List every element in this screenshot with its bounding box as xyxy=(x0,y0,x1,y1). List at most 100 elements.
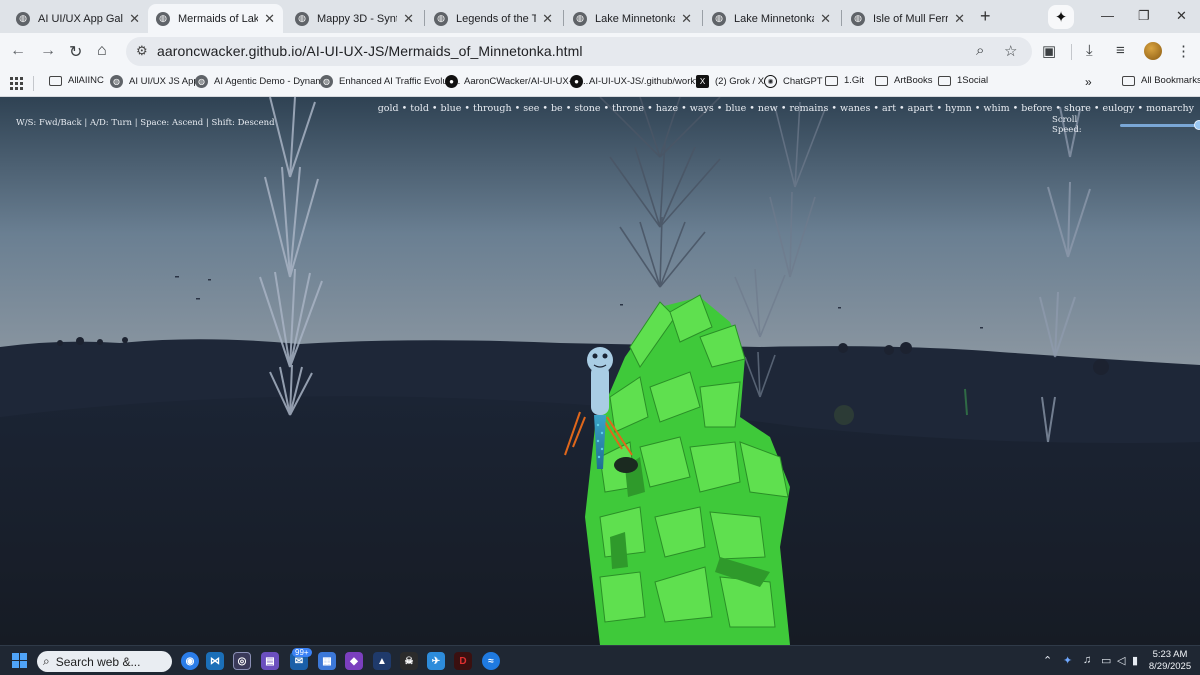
bookmark-star-icon[interactable]: ☆ xyxy=(1004,42,1017,60)
bookmark-1social[interactable]: 1Social xyxy=(938,75,988,86)
download-icon[interactable]: ⤓ xyxy=(1086,42,1093,59)
tab-sailing[interactable]: ◍ Lake Minnetonka: Sailing ✕ xyxy=(565,4,700,33)
tab-divider xyxy=(563,10,564,26)
skull-app-icon[interactable]: ☠ xyxy=(400,652,418,670)
bookmark-agentic-demo[interactable]: ◍ AI Agentic Demo - Dynami... xyxy=(195,75,333,88)
messenger-app-icon[interactable]: ≈ xyxy=(482,652,500,670)
bookmark-label: ChatGPT xyxy=(783,76,823,87)
files-app-icon[interactable]: ▤ xyxy=(261,652,279,670)
globe-icon: ◍ xyxy=(434,11,448,26)
github-icon: ● xyxy=(445,75,458,88)
system-clock[interactable]: 5:23 AM 8/29/2025 xyxy=(1144,649,1196,673)
windows-start-button[interactable] xyxy=(12,653,27,668)
close-icon[interactable]: ✕ xyxy=(954,11,965,27)
gemini-button[interactable]: ✦ xyxy=(1048,5,1074,29)
new-tab-button[interactable]: + xyxy=(980,6,991,27)
globe-icon: ◍ xyxy=(320,75,333,88)
bookmark-label: All Bookmarks xyxy=(1141,75,1200,86)
display-icon[interactable]: ▭ xyxy=(1101,654,1111,667)
tray-chevron-icon[interactable]: ⌃ xyxy=(1043,654,1052,667)
copilot-icon[interactable]: ✦ xyxy=(1063,654,1072,667)
volume-icon[interactable]: ◁ xyxy=(1117,654,1125,667)
bookmark-chatgpt[interactable]: ✺ ChatGPT xyxy=(764,75,823,88)
apps-grid-icon[interactable] xyxy=(10,77,23,90)
tab-label: Legends of the Triple Echo xyxy=(456,12,537,25)
arrow-left-icon: ← xyxy=(10,42,26,59)
globe-icon: ◍ xyxy=(712,11,726,26)
close-icon[interactable]: ✕ xyxy=(542,11,553,27)
close-icon[interactable]: ✕ xyxy=(681,11,692,27)
restore-button[interactable]: ❐ xyxy=(1138,8,1150,24)
close-icon[interactable]: ✕ xyxy=(129,11,140,27)
vscode-app-icon[interactable]: ⋈ xyxy=(206,652,224,670)
globe-icon: ◍ xyxy=(110,75,123,88)
bookmark-ai-uiux-apps[interactable]: ◍ AI UI/UX JS Apps xyxy=(110,75,203,88)
tab-mappy[interactable]: ◍ Mappy 3D - Synthwave Edition ✕ xyxy=(287,4,422,33)
battery-icon[interactable]: ▮ xyxy=(1132,654,1138,667)
bookmark-traffic-evolution[interactable]: ◍ Enhanced AI Traffic Evoluti... xyxy=(320,75,460,88)
bookmark-allaiinc[interactable]: AllAIINC xyxy=(49,75,104,86)
minimize-button[interactable]: — xyxy=(1101,8,1114,23)
tab-label: Mappy 3D - Synthwave Edition xyxy=(317,12,398,25)
notification-badge: 99+ xyxy=(292,648,312,657)
close-icon[interactable]: ✕ xyxy=(403,11,414,27)
dev-app-icon[interactable]: ◆ xyxy=(345,652,363,670)
tab-divider xyxy=(424,10,425,26)
plus-icon: + xyxy=(980,6,991,26)
zoom-search-icon[interactable]: ⌕ xyxy=(976,42,984,59)
home-button[interactable]: ⌂ xyxy=(97,42,107,60)
game-canvas[interactable] xyxy=(0,97,1200,645)
slider-knob[interactable] xyxy=(1194,119,1200,130)
bookmark-1git[interactable]: 1.Git xyxy=(825,75,864,86)
close-icon: ✕ xyxy=(1176,8,1187,23)
close-window-button[interactable]: ✕ xyxy=(1176,8,1187,24)
forward-button[interactable]: → xyxy=(40,42,56,60)
bookmark-label: AllAIINC xyxy=(68,75,104,86)
back-button[interactable]: ← xyxy=(10,42,26,60)
close-icon[interactable]: ✕ xyxy=(264,11,275,27)
d-app-icon[interactable]: D xyxy=(454,652,472,670)
tab-mull-ferry[interactable]: ◍ Isle of Mull Ferry Driving ✕ xyxy=(843,4,973,33)
taskbar-search[interactable]: ⌕ Search web &... xyxy=(37,651,172,672)
arrow-right-icon: → xyxy=(40,42,56,59)
tab-search-icon[interactable]: ▣ xyxy=(1042,42,1056,60)
reading-list-icon[interactable]: ≡ xyxy=(1116,42,1125,59)
scroll-speed-slider[interactable] xyxy=(1120,119,1200,130)
reload-icon: ↻ xyxy=(69,44,83,61)
microphone-icon[interactable]: ♫ xyxy=(1083,654,1091,666)
active-app-icon[interactable]: ◎ xyxy=(233,652,251,670)
store-app-icon[interactable]: ▦ xyxy=(318,652,336,670)
folder-icon xyxy=(825,75,838,86)
bookmark-label: (2) Grok / X xyxy=(715,76,765,87)
url-text[interactable]: aaroncwacker.github.io/AI-UI-UX-JS/Merma… xyxy=(157,43,583,59)
minimize-icon: — xyxy=(1101,8,1114,23)
tab-legends[interactable]: ◍ Legends of the Triple Echo ✕ xyxy=(426,4,561,33)
tab-ai-gallery[interactable]: ◍ AI UI/UX App Gallery ✕ xyxy=(8,4,148,33)
toolbar-divider xyxy=(1071,44,1072,60)
bird-app-icon[interactable]: ✈ xyxy=(427,652,445,670)
bookmark-github-workflows[interactable]: ● AI-UI-UX-JS/.github/workfl... xyxy=(570,75,708,88)
address-bar[interactable]: ⚙ aaroncwacker.github.io/AI-UI-UX-JS/Mer… xyxy=(126,37,1032,66)
folder-icon xyxy=(875,75,888,86)
tab-mountain[interactable]: ◍ Lake Minnetonka - Mountain ✕ xyxy=(704,4,839,33)
bookmark-grok[interactable]: X (2) Grok / X xyxy=(696,75,764,88)
profile-avatar[interactable] xyxy=(1144,42,1162,60)
bookmark-github-repo[interactable]: ● AaronCWacker/AI-UI-UX-JS... xyxy=(445,75,591,88)
more-bookmarks-button[interactable]: » xyxy=(1085,75,1092,89)
bookmark-artbooks[interactable]: ArtBooks xyxy=(875,75,933,86)
browser-toolbar: ← → ↻ ⌂ ⚙ aaroncwacker.github.io/AI-UI-U… xyxy=(0,33,1200,70)
game-app-icon[interactable]: ▲ xyxy=(373,652,391,670)
taskbar-search-text: Search web &... xyxy=(55,654,141,669)
bookmark-label: 1Social xyxy=(957,75,989,86)
site-info-icon[interactable]: ⚙ xyxy=(136,43,148,59)
all-bookmarks-folder[interactable]: All Bookmarks xyxy=(1122,75,1200,86)
tab-label: AI UI/UX App Gallery xyxy=(38,12,123,25)
close-icon[interactable]: ✕ xyxy=(820,11,831,27)
chrome-app-icon[interactable]: ◉ xyxy=(181,652,199,670)
reload-button[interactable]: ↻ xyxy=(69,42,82,62)
tab-label: Mermaids of Lake Minnetonka xyxy=(178,12,259,25)
tab-label: Lake Minnetonka - Mountain xyxy=(734,12,815,25)
tab-mermaids[interactable]: ◍ Mermaids of Lake Minnetonka ✕ xyxy=(148,4,283,33)
menu-kebab-icon[interactable]: ⋮ xyxy=(1176,42,1191,60)
globe-icon: ◍ xyxy=(156,11,170,26)
